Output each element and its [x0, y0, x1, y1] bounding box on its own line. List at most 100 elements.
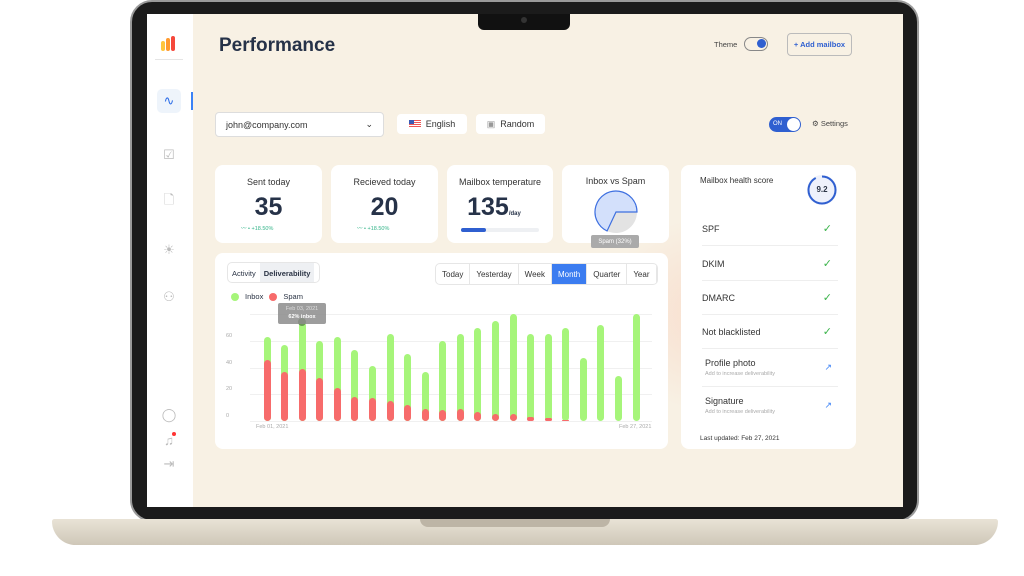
bar-inbox[interactable] — [632, 314, 640, 421]
sparkline-icon: 〰 — [357, 226, 363, 232]
gridline — [250, 394, 652, 396]
bar-spam[interactable] — [421, 409, 429, 421]
bar-inbox[interactable] — [579, 358, 587, 421]
camera — [521, 17, 527, 23]
gridline — [250, 421, 652, 422]
bar-inbox[interactable] — [439, 341, 447, 421]
period-week[interactable]: Week — [519, 264, 552, 284]
bar-spam[interactable] — [491, 414, 499, 421]
legend-spam: Spam — [283, 292, 303, 301]
bar-spam[interactable] — [316, 378, 324, 421]
stat-value: 35 — [254, 193, 283, 221]
bar-inbox[interactable] — [509, 314, 517, 421]
on-toggle[interactable]: ON — [769, 117, 801, 132]
x-end-label: Feb 27, 2021 — [619, 424, 652, 430]
health-action-row[interactable]: Signature Add to increase deliverability ↗ — [702, 387, 838, 425]
received-today-card: Recieved today 20 〰 • +18.50% — [331, 165, 438, 243]
bar-spam[interactable] — [456, 409, 464, 421]
bar-inbox[interactable] — [544, 334, 552, 421]
period-quarter[interactable]: Quarter — [587, 264, 628, 284]
bar-inbox[interactable] — [527, 334, 535, 421]
action-label: Profile photo — [705, 358, 756, 368]
mailbox-value: john@company.com — [226, 119, 308, 130]
add-mailbox-button[interactable]: + Add mailbox — [787, 33, 852, 56]
logo-icon — [161, 36, 177, 51]
temperature-card: Mailbox temperature 135/day — [447, 165, 553, 243]
gridline — [250, 367, 652, 369]
user-icon[interactable]: ⚇ — [157, 285, 181, 309]
settings-link[interactable]: ⚙ Settings — [812, 119, 848, 128]
bar-inbox[interactable] — [491, 321, 499, 421]
logout-icon[interactable]: ⇥ — [157, 452, 181, 476]
health-score: 9.2 — [816, 185, 828, 194]
temperature-value: 135 — [467, 193, 509, 221]
health-action-row[interactable]: Profile photo Add to increase deliverabil… — [702, 349, 838, 387]
inbox-spam-pie — [594, 190, 638, 233]
external-link-icon[interactable]: ↗ — [824, 362, 832, 373]
check-label: DMARC — [702, 293, 735, 303]
bar-spam[interactable] — [333, 387, 341, 421]
bar-inbox[interactable] — [562, 327, 570, 421]
bar-inbox[interactable] — [474, 327, 482, 421]
inbox-vs-spam-card: Inbox vs Spam — [562, 165, 669, 243]
health-check-row: DMARC ✓ — [702, 281, 838, 315]
action-sub: Add to increase deliverability — [705, 371, 776, 377]
last-updated: Last updated: Feb 27, 2021 — [700, 435, 780, 442]
bar-spam[interactable] — [404, 405, 412, 421]
check-icon: ✓ — [822, 326, 832, 338]
y-tick-label: 0 — [226, 413, 230, 419]
page-title: Performance — [219, 35, 336, 56]
x-start-label: Feb 01, 2021 — [256, 424, 289, 430]
trend-value: +18.50% — [367, 226, 390, 232]
tasks-icon[interactable]: ☑ — [157, 143, 181, 167]
bar-spam[interactable] — [281, 371, 289, 421]
random-label: Random — [500, 119, 535, 129]
bell-icon[interactable]: ♫ — [157, 428, 181, 452]
temperature-unit: /day — [508, 211, 521, 217]
bar-spam[interactable] — [298, 369, 306, 421]
y-tick-label: 20 — [226, 386, 233, 393]
temperature-bar — [461, 228, 539, 232]
theme-toggle[interactable] — [744, 37, 768, 51]
y-tick-label: 40 — [226, 359, 233, 366]
stat-title: Mailbox temperature — [458, 177, 542, 187]
chart-tooltip: Feb 03, 2021 62% inbox — [278, 303, 326, 324]
period-year[interactable]: Year — [627, 264, 657, 284]
chevron-down-icon: ⌄ — [365, 119, 373, 129]
bar-inbox[interactable] — [597, 325, 605, 421]
chat-icon[interactable]: ◯ — [157, 403, 181, 427]
stat-title: Recieved today — [353, 177, 416, 187]
bar-spam[interactable] — [368, 398, 376, 421]
us-flag-icon — [408, 120, 421, 128]
stat-title: Inbox vs Spam — [585, 176, 646, 186]
mailbox-select[interactable]: john@company.com ⌄ — [215, 112, 384, 137]
bar-spam[interactable] — [474, 411, 482, 421]
toggle-label: ON — [773, 121, 782, 127]
bar-inbox[interactable] — [456, 334, 464, 421]
bar-spam[interactable] — [351, 397, 359, 421]
legend-inbox: Inbox — [245, 292, 264, 301]
check-label: Not blacklisted — [702, 327, 761, 337]
legend-inbox-swatch — [231, 292, 239, 301]
ideas-icon[interactable]: ☀ — [157, 238, 181, 262]
bar-spam[interactable] — [386, 401, 394, 421]
bar-spam[interactable] — [263, 359, 271, 421]
random-button[interactable]: ▣ Random — [476, 114, 545, 134]
external-link-icon[interactable]: ↗ — [824, 400, 832, 411]
document-icon[interactable]: 🗋 — [157, 190, 181, 214]
bar-spam[interactable] — [509, 414, 517, 421]
bar-spam[interactable] — [562, 419, 570, 422]
tooltip-date: Feb 03, 2021 — [285, 306, 319, 312]
period-month[interactable]: Month — [551, 264, 588, 284]
bar-spam[interactable] — [544, 418, 552, 421]
language-button[interactable]: English — [397, 114, 467, 134]
period-today[interactable]: Today — [436, 264, 471, 284]
bar-spam[interactable] — [439, 410, 447, 421]
tab-deliverability[interactable]: Deliverability — [259, 263, 315, 282]
tab-activity[interactable]: Activity — [228, 263, 260, 282]
bar-inbox[interactable] — [614, 375, 622, 421]
activity-icon[interactable]: ∿ — [157, 89, 181, 113]
theme-label: Theme — [714, 40, 738, 49]
bar-spam[interactable] — [527, 417, 535, 421]
period-yesterday[interactable]: Yesterday — [470, 264, 519, 284]
